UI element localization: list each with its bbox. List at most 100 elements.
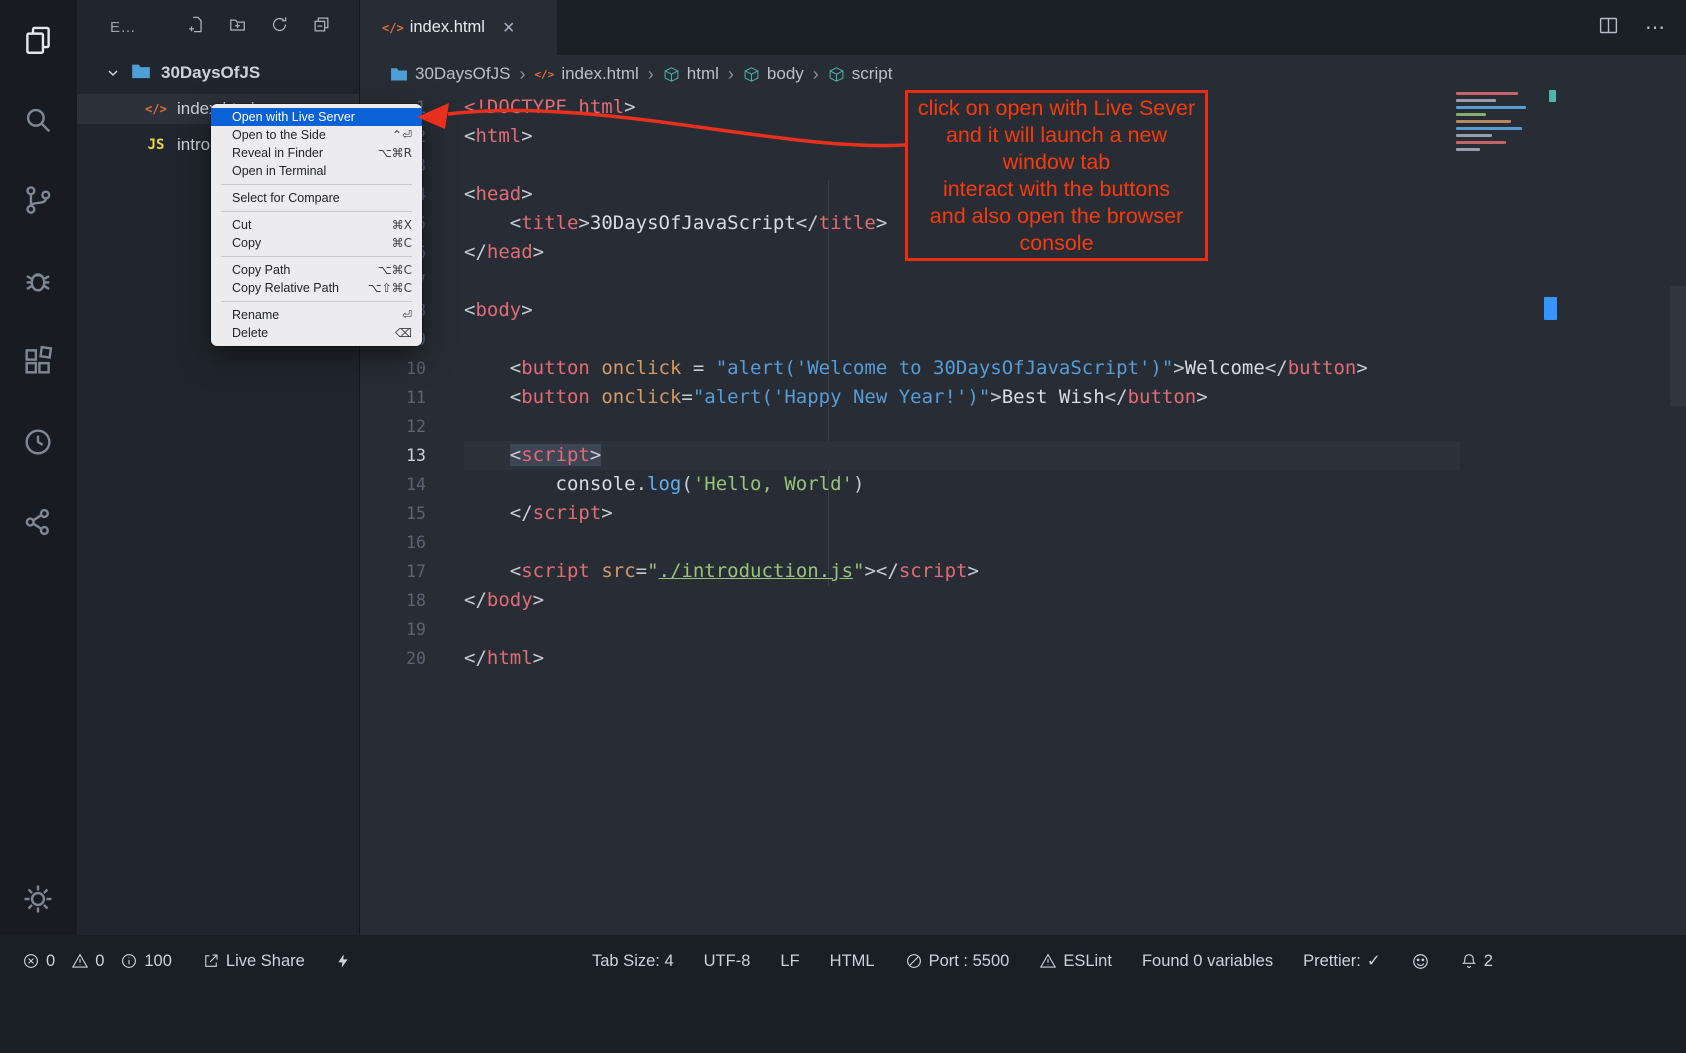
code-token: >: [533, 241, 544, 263]
encoding-status[interactable]: UTF-8: [704, 952, 751, 971]
breadcrumb-file[interactable]: </> index.html: [534, 64, 638, 84]
code-line-15[interactable]: 15 </script>: [360, 499, 1460, 528]
live-share-status[interactable]: Live Share: [202, 952, 305, 971]
feedback-smiley[interactable]: [1411, 952, 1430, 971]
split-editor-icon[interactable]: [1598, 15, 1619, 41]
live-share-icon[interactable]: [18, 502, 58, 542]
code-token: log: [647, 473, 681, 495]
code-line-13[interactable]: 13 <script>: [360, 441, 1460, 470]
menu-item-shortcut: ⏎: [402, 308, 412, 322]
code-line-16[interactable]: 16: [360, 528, 1460, 557]
problems-warnings[interactable]: 0: [71, 952, 104, 971]
code-token: [464, 357, 510, 379]
variables-status[interactable]: Found 0 variables: [1142, 952, 1273, 971]
html-file-icon: </>: [143, 102, 169, 116]
breadcrumb-folder[interactable]: 30DaysOfJS: [390, 64, 510, 84]
more-actions-icon[interactable]: ⋯: [1645, 15, 1666, 40]
menu-item-open-in-terminal[interactable]: Open in Terminal: [211, 162, 422, 180]
code-token: Welcome: [1185, 357, 1265, 379]
code-line-8[interactable]: 8<body>: [360, 296, 1460, 325]
minimap[interactable]: [1456, 92, 1540, 155]
code-token: head: [487, 241, 533, 263]
code-token: <: [464, 183, 475, 205]
menu-item-select-for-compare[interactable]: Select for Compare: [211, 189, 422, 207]
code-token: <: [464, 299, 475, 321]
menu-item-reveal-in-finder[interactable]: Reveal in Finder⌥⌘R: [211, 144, 422, 162]
code-token: >: [601, 502, 612, 524]
code-token: <: [510, 357, 521, 379]
menu-item-open-with-live-server[interactable]: Open with Live Server: [211, 108, 422, 126]
code-token: body: [475, 299, 521, 321]
code-line-11[interactable]: 11 <button onclick="alert('Happy New Yea…: [360, 383, 1460, 412]
code-token: >: [1173, 357, 1184, 379]
breadcrumb-separator: ›: [648, 64, 654, 85]
collapse-folders-icon[interactable]: [312, 15, 331, 39]
context-menu: Open with Live ServerOpen to the Side⌃⏎R…: [211, 104, 422, 346]
run-debug-icon[interactable]: [18, 261, 58, 301]
code-line-18[interactable]: 18</body>: [360, 586, 1460, 615]
line-text: [464, 325, 1460, 354]
menu-item-copy-path[interactable]: Copy Path⌥⌘C: [211, 261, 422, 279]
code-line-12[interactable]: 12: [360, 412, 1460, 441]
breadcrumb-html[interactable]: html: [663, 64, 719, 84]
settings-gear-icon[interactable]: [18, 879, 58, 919]
code-line-7[interactable]: 7: [360, 267, 1460, 296]
menu-item-label: Copy: [232, 236, 261, 250]
breadcrumb-script[interactable]: script: [828, 64, 893, 84]
refresh-icon[interactable]: [270, 15, 289, 39]
code-token: [464, 212, 510, 234]
eslint-status[interactable]: ESLint: [1039, 952, 1112, 971]
code-token: >: [876, 212, 887, 234]
code-line-20[interactable]: 20</html>: [360, 644, 1460, 673]
tab-index-html[interactable]: </> index.html ×: [360, 0, 557, 55]
close-icon[interactable]: ×: [503, 18, 515, 38]
prettier-status[interactable]: Prettier:✓: [1303, 951, 1381, 971]
chevron-down-icon: [105, 65, 121, 81]
code-token: ": [647, 560, 658, 582]
eol-status[interactable]: LF: [780, 952, 799, 971]
line-number: 13: [360, 441, 426, 470]
problems-errors[interactable]: 0: [22, 952, 55, 971]
source-control-icon[interactable]: [18, 180, 58, 220]
html-file-icon: </>: [534, 68, 554, 81]
status-bar: 0 0 100 Live Share Tab Size: 4 UTF-8 LF …: [0, 935, 1686, 1053]
lightning-status[interactable]: [335, 952, 351, 970]
circle-slash-icon: [905, 952, 923, 970]
code-token: <: [510, 560, 521, 582]
code-token: >: [590, 444, 601, 466]
clock-icon[interactable]: [18, 422, 58, 462]
notifications-bell[interactable]: 2: [1460, 952, 1493, 971]
new-file-icon[interactable]: [186, 15, 205, 39]
tree-root-folder[interactable]: 30DaysOfJS: [77, 58, 359, 88]
info-count[interactable]: 100: [120, 952, 172, 971]
annotation-line: interact with the buttons: [908, 176, 1205, 203]
line-number: 20: [360, 644, 426, 673]
breadcrumb-body[interactable]: body: [743, 64, 804, 84]
code-line-9[interactable]: 9: [360, 325, 1460, 354]
language-status[interactable]: HTML: [830, 952, 875, 971]
line-number: 15: [360, 499, 426, 528]
line-text: <body>: [464, 296, 1460, 325]
menu-item-copy[interactable]: Copy⌘C: [211, 234, 422, 252]
tab-title: index.html: [410, 18, 485, 37]
code-line-17[interactable]: 17 <script src="./introduction.js"></scr…: [360, 557, 1460, 586]
menu-item-open-to-the-side[interactable]: Open to the Side⌃⏎: [211, 126, 422, 144]
menu-item-copy-relative-path[interactable]: Copy Relative Path⌥⇧⌘C: [211, 279, 422, 297]
new-folder-icon[interactable]: [228, 15, 247, 39]
code-token: 'Hello, World': [693, 473, 853, 495]
extensions-icon[interactable]: [18, 341, 58, 381]
explorer-icon[interactable]: [18, 20, 58, 60]
menu-item-rename[interactable]: Rename⏎: [211, 306, 422, 324]
port-status[interactable]: Port : 5500: [905, 952, 1010, 971]
code-line-14[interactable]: 14 console.log('Hello, World'): [360, 470, 1460, 499]
line-text: [464, 412, 1460, 441]
symbol-cube-icon: [828, 66, 845, 83]
search-icon[interactable]: [18, 100, 58, 140]
menu-item-cut[interactable]: Cut⌘X: [211, 216, 422, 234]
menu-item-label: Select for Compare: [232, 191, 340, 205]
tab-size-status[interactable]: Tab Size: 4: [592, 952, 674, 971]
menu-item-delete[interactable]: Delete⌫: [211, 324, 422, 342]
code-line-19[interactable]: 19: [360, 615, 1460, 644]
scrollbar[interactable]: [1670, 286, 1686, 406]
code-line-10[interactable]: 10 <button onclick = "alert('Welcome to …: [360, 354, 1460, 383]
